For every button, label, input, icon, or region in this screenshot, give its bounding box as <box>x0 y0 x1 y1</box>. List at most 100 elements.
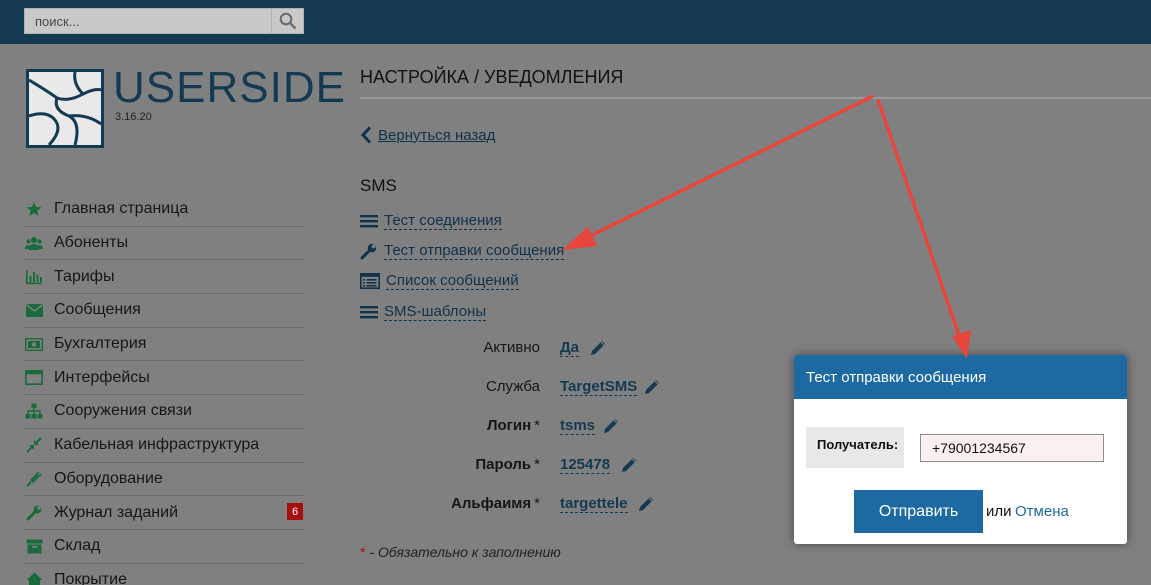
sidebar-item-cable-infrastructure[interactable]: Кабельная инфраструктура <box>24 429 304 463</box>
pencil-icon[interactable] <box>642 377 662 397</box>
pencil-icon[interactable] <box>601 416 621 436</box>
search-icon <box>279 12 296 30</box>
test-send-message-link[interactable]: Тест отправки сообщения <box>360 242 565 260</box>
sidebar-item-interfaces[interactable]: Интерфейсы <box>24 361 304 396</box>
dialog-title: Тест отправки сообщения <box>794 355 1127 399</box>
sidebar-item-label: Абоненты <box>54 234 129 252</box>
field-value-login[interactable]: tsms <box>560 417 596 435</box>
message-list-link[interactable]: Список сообщений <box>360 272 519 290</box>
bars-icon <box>360 215 378 228</box>
sidebar-item-tariffs[interactable]: Тарифы <box>24 260 304 295</box>
section-title: SMS <box>360 176 397 195</box>
wrench-icon <box>360 243 377 260</box>
sidebar-nav: Главная страница Абоненты Тарифы Сообщен… <box>24 193 304 585</box>
test-connection-link[interactable]: Тест соединения <box>360 212 502 230</box>
home-icon <box>24 570 44 585</box>
required-note: * - Обязательно к заполнению <box>360 544 561 560</box>
star-icon <box>24 199 44 219</box>
sidebar-item-accounting[interactable]: Бухгалтерия <box>24 328 304 362</box>
envelope-icon <box>24 300 44 320</box>
annotation-arrow <box>876 99 962 339</box>
title-divider <box>360 97 1151 99</box>
field-value-active[interactable]: Да <box>560 339 580 357</box>
recipient-label: Получатель: <box>806 427 904 468</box>
required-star: * <box>534 456 540 473</box>
send-button[interactable]: Отправить <box>854 490 983 533</box>
pencil-icon[interactable] <box>619 455 639 475</box>
field-label-login: Логин * <box>400 417 540 434</box>
field-value-alpha-name[interactable]: targettele <box>560 495 628 513</box>
pencil-icon[interactable] <box>588 338 608 358</box>
bar-chart-icon <box>24 267 44 287</box>
test-send-dialog: Тест отправки сообщения Получатель: Отпр… <box>794 355 1127 544</box>
compress-icon <box>24 435 44 455</box>
wrench-icon <box>24 503 44 523</box>
sidebar-item-label: Покрытие <box>54 570 127 585</box>
action-label: SMS-шаблоны <box>384 303 487 321</box>
action-label: Список сообщений <box>386 272 519 290</box>
sidebar-item-label: Кабельная инфраструктура <box>54 436 260 454</box>
field-label-active: Активно <box>400 339 540 356</box>
search-button[interactable] <box>271 9 303 33</box>
required-star: * <box>360 544 366 560</box>
chevron-left-icon <box>360 126 372 144</box>
app-version: 3.16.20 <box>115 111 152 123</box>
sidebar-item-label: Журнал заданий <box>54 503 179 521</box>
field-label-alpha-name: Альфаимя * <box>400 495 540 512</box>
pencil-icon[interactable] <box>636 494 656 514</box>
back-link-label: Вернуться назад <box>378 126 496 144</box>
or-text: или <box>986 503 1012 520</box>
action-label: Тест соединения <box>384 212 502 230</box>
field-label-password: Пароль * <box>400 456 540 473</box>
search-box <box>24 8 304 34</box>
annotation-arrow <box>581 94 874 242</box>
users-icon <box>24 233 44 253</box>
required-note-text: - Обязательно к заполнению <box>369 544 561 560</box>
annotation-arrowhead <box>562 227 597 250</box>
required-star: * <box>534 417 540 434</box>
sidebar-item-messages[interactable]: Сообщения <box>24 294 304 328</box>
list-alt-icon <box>360 273 380 289</box>
sms-templates-link[interactable]: SMS-шаблоны <box>360 303 487 321</box>
label-text: Альфаимя <box>451 495 532 512</box>
action-label: Тест отправки сообщения <box>384 242 565 260</box>
label-text: Служба <box>485 378 540 395</box>
label-text: Пароль <box>475 456 532 473</box>
sidebar-item-label: Бухгалтерия <box>54 335 147 353</box>
task-count-badge: 6 <box>287 503 303 521</box>
archive-icon <box>24 536 44 556</box>
sidebar-item-label: Интерфейсы <box>54 368 150 386</box>
sidebar-item-coverage[interactable]: Покрытие <box>24 564 304 585</box>
sidebar-item-equipment[interactable]: Оборудование <box>24 463 304 497</box>
label-text: Активно <box>483 339 540 356</box>
search-input[interactable] <box>25 9 273 33</box>
logo-mark[interactable] <box>26 69 104 148</box>
bars-icon <box>360 306 378 319</box>
plug-icon <box>24 469 44 489</box>
sidebar-item-task-journal[interactable]: Журнал заданий 6 <box>24 496 304 530</box>
cancel-link[interactable]: Отмена <box>1015 503 1069 520</box>
field-label-service: Служба <box>400 378 540 395</box>
sidebar-item-label: Сообщения <box>54 301 141 319</box>
sidebar-item-label: Тарифы <box>54 267 115 285</box>
logo-title: USERSIDE <box>113 63 346 112</box>
sidebar-item-label: Главная страница <box>54 200 189 218</box>
sidebar-item-label: Склад <box>54 537 101 555</box>
recipient-input[interactable] <box>920 434 1104 462</box>
sidebar-item-label: Сооружения связи <box>54 402 192 420</box>
sitemap-icon <box>24 401 44 421</box>
back-link[interactable]: Вернуться назад <box>360 126 495 144</box>
top-bar <box>0 0 1151 44</box>
sidebar-item-home[interactable]: Главная страница <box>24 193 304 227</box>
money-icon <box>24 334 44 354</box>
sidebar-item-warehouse[interactable]: Склад <box>24 530 304 564</box>
label-text: Логин <box>486 417 532 434</box>
window-icon <box>24 368 44 388</box>
field-value-password[interactable]: 125478 <box>560 456 611 474</box>
sidebar-item-structures[interactable]: Сооружения связи <box>24 395 304 429</box>
field-value-service[interactable]: TargetSMS <box>560 378 638 396</box>
sidebar-item-label: Оборудование <box>54 469 163 487</box>
page-title: НАСТРОЙКА / УВЕДОМЛЕНИЯ <box>360 67 624 87</box>
required-star: * <box>534 495 540 512</box>
sidebar-item-subscribers[interactable]: Абоненты <box>24 227 304 261</box>
